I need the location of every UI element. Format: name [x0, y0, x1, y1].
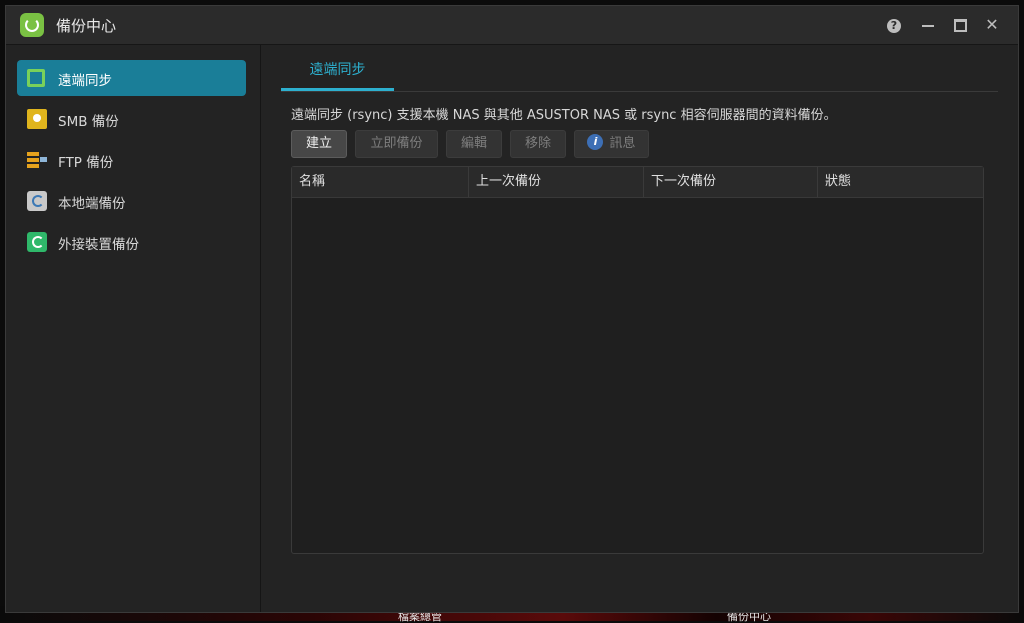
- sidebar-item-external-backup[interactable]: 外接裝置備份: [17, 224, 246, 260]
- help-glyph: ?: [887, 19, 901, 33]
- backup-task-table: 名稱 上一次備份 下一次備份 狀態: [291, 166, 984, 554]
- edit-button[interactable]: 編輯: [446, 130, 502, 158]
- sidebar-item-label: 外接裝置備份: [58, 237, 139, 253]
- window-title: 備份中心: [56, 17, 117, 35]
- remove-button[interactable]: 移除: [510, 130, 566, 158]
- tab-remote-sync[interactable]: 遠端同步: [281, 59, 394, 91]
- page-description: 遠端同步 (rsync) 支援本機 NAS 與其他 ASUSTOR NAS 或 …: [291, 108, 837, 123]
- ftp-server-icon: [27, 150, 47, 170]
- info-button[interactable]: i 訊息: [574, 130, 649, 158]
- create-button[interactable]: 建立: [291, 130, 347, 158]
- column-header-last-backup[interactable]: 上一次備份: [469, 167, 644, 197]
- rsync-icon: [27, 69, 45, 87]
- external-drive-icon: [27, 232, 47, 252]
- sidebar-item-ftp-backup[interactable]: FTP 備份: [17, 142, 246, 178]
- close-icon[interactable]: ✕: [982, 15, 1002, 35]
- maximize-icon[interactable]: [950, 15, 970, 35]
- sidebar-item-label: 遠端同步: [58, 73, 112, 89]
- backup-center-app-icon: [20, 13, 44, 37]
- help-icon[interactable]: ?: [884, 15, 904, 35]
- column-header-next-backup[interactable]: 下一次備份: [644, 167, 818, 197]
- title-bar: 備份中心 ? ✕: [6, 6, 1018, 45]
- info-button-label: 訊息: [609, 136, 636, 151]
- tab-divider: [281, 91, 998, 92]
- info-icon: i: [587, 134, 604, 150]
- local-disk-icon: [27, 191, 47, 211]
- sidebar-item-label: FTP 備份: [58, 155, 114, 171]
- sidebar-item-label: SMB 備份: [58, 114, 119, 130]
- table-header: 名稱 上一次備份 下一次備份 狀態: [292, 167, 983, 198]
- sidebar-item-local-backup[interactable]: 本地端備份: [17, 183, 246, 219]
- minimize-icon[interactable]: [918, 15, 938, 35]
- column-header-name[interactable]: 名稱: [292, 167, 469, 197]
- smb-folder-icon: [27, 109, 47, 129]
- column-header-status[interactable]: 狀態: [818, 167, 983, 197]
- sidebar-item-label: 本地端備份: [58, 196, 126, 212]
- backup-now-button[interactable]: 立即備份: [355, 130, 438, 158]
- main-panel: 遠端同步 遠端同步 (rsync) 支援本機 NAS 與其他 ASUSTOR N…: [261, 45, 1018, 612]
- sidebar-item-remote-sync[interactable]: 遠端同步: [17, 60, 246, 96]
- sidebar: 遠端同步 SMB 備份 FTP 備份 本地端備份 外接裝置備份: [6, 45, 261, 612]
- backup-center-window: 備份中心 ? ✕ 遠端同步 SMB 備份 FTP 備份 本地端備份 外接裝置備份…: [5, 5, 1019, 613]
- sidebar-item-smb-backup[interactable]: SMB 備份: [17, 101, 246, 137]
- table-body: [292, 198, 983, 553]
